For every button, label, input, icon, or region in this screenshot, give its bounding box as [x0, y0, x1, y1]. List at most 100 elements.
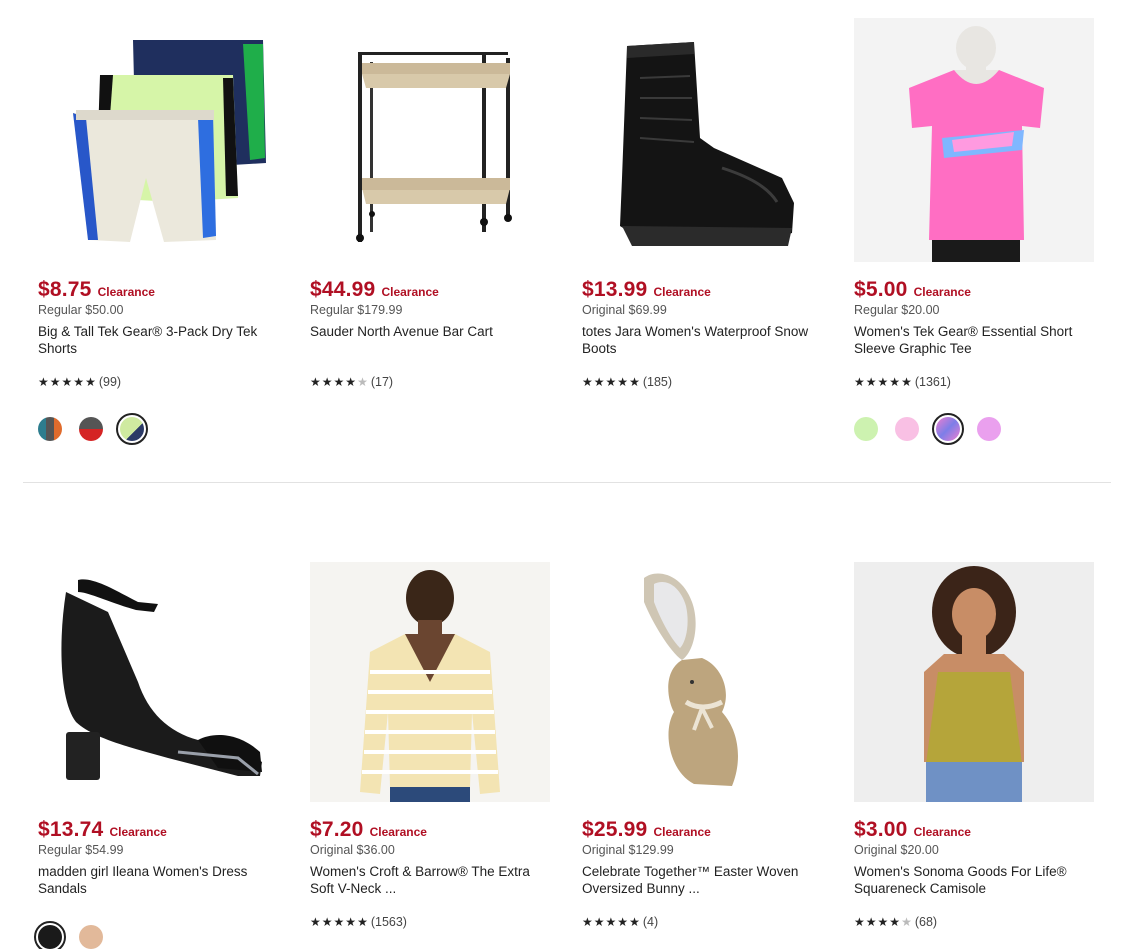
- sale-price: $13.99: [582, 278, 648, 301]
- review-count: (1563): [370, 915, 407, 929]
- color-swatch[interactable]: [79, 925, 103, 949]
- product-card[interactable]: $13.74 Clearance Regular $54.99 madden g…: [34, 562, 278, 949]
- sale-price: $7.20: [310, 818, 364, 841]
- bunny-image[interactable]: [582, 562, 822, 802]
- row-divider: [23, 482, 1111, 483]
- color-swatch-selected[interactable]: [116, 413, 148, 445]
- star-icon: ★: [49, 375, 61, 389]
- product-title[interactable]: Women's Tek Gear® Essential Short Sleeve…: [854, 323, 1094, 357]
- color-swatches: [38, 413, 278, 445]
- star-icon: ★: [310, 375, 321, 389]
- star-icon: ★: [605, 375, 617, 389]
- product-card[interactable]: $8.75 Clearance Regular $50.00 Big & Tal…: [38, 18, 278, 445]
- rating-stars: ★ ★ ★ ★ ★: [582, 375, 640, 389]
- rating-stars: ★ ★ ★ ★ ★: [38, 375, 96, 389]
- color-swatch[interactable]: [79, 417, 103, 441]
- star-icon: ★: [593, 375, 605, 389]
- product-row-2: $13.74 Clearance Regular $54.99 madden g…: [34, 562, 1098, 949]
- product-title[interactable]: Women's Sonoma Goods For Life® Squarenec…: [854, 863, 1094, 897]
- star-icon: ★: [605, 915, 617, 929]
- clearance-badge: Clearance: [109, 825, 167, 839]
- regular-price: Original $20.00: [854, 843, 939, 857]
- product-card[interactable]: $7.20 Clearance Original $36.00 Women's …: [310, 562, 550, 949]
- star-empty-icon: ★: [901, 915, 912, 929]
- rating-stars: ★ ★ ★ ★ ★: [582, 915, 640, 929]
- clearance-badge: Clearance: [913, 825, 971, 839]
- star-icon: ★: [345, 915, 357, 929]
- review-count: (4): [642, 915, 659, 929]
- color-swatch[interactable]: [38, 417, 62, 441]
- review-count: (99): [98, 375, 122, 389]
- color-swatch[interactable]: [895, 417, 919, 441]
- star-icon: ★: [333, 915, 345, 929]
- rating: ★ ★ ★ ★ ★ (99): [38, 375, 278, 389]
- color-swatches: [34, 921, 278, 949]
- review-count: (17): [370, 375, 394, 389]
- rating-stars: ★ ★ ★ ★ ★: [310, 375, 368, 389]
- shorts-image[interactable]: [38, 18, 278, 262]
- star-icon: ★: [877, 375, 889, 389]
- product-title[interactable]: madden girl Ileana Women's Dress Sandals: [38, 863, 278, 897]
- product-title[interactable]: Sauder North Avenue Bar Cart: [310, 323, 550, 357]
- star-icon: ★: [889, 915, 901, 929]
- product-title[interactable]: totes Jara Women's Waterproof Snow Boots: [582, 323, 822, 357]
- regular-price: Original $129.99: [582, 843, 674, 857]
- star-half-icon: ★: [85, 375, 96, 389]
- rating-stars: ★ ★ ★ ★ ★: [854, 375, 912, 389]
- star-icon: ★: [865, 915, 877, 929]
- star-icon: ★: [854, 915, 865, 929]
- color-swatch-selected[interactable]: [932, 413, 964, 445]
- regular-price: Regular $54.99: [38, 843, 124, 857]
- sale-price: $44.99: [310, 278, 376, 301]
- star-icon: ★: [865, 375, 877, 389]
- star-icon: ★: [629, 915, 640, 929]
- star-icon: ★: [617, 915, 629, 929]
- product-card[interactable]: $3.00 Clearance Original $20.00 Women's …: [854, 562, 1094, 949]
- star-icon: ★: [321, 375, 333, 389]
- star-half-icon: ★: [357, 915, 368, 929]
- color-swatch[interactable]: [854, 417, 878, 441]
- regular-price: Original $36.00: [310, 843, 395, 857]
- rating-stars: ★ ★ ★ ★ ★: [854, 915, 912, 929]
- clearance-badge: Clearance: [381, 285, 439, 299]
- product-title[interactable]: Big & Tall Tek Gear® 3-Pack Dry Tek Shor…: [38, 323, 278, 357]
- sweater-image[interactable]: [310, 562, 550, 802]
- snow-boot-image[interactable]: [582, 18, 822, 262]
- rating: ★ ★ ★ ★ ★ (68): [854, 915, 1094, 929]
- star-icon: ★: [582, 915, 593, 929]
- star-icon: ★: [38, 375, 49, 389]
- color-swatch[interactable]: [977, 417, 1001, 441]
- sale-price: $5.00: [854, 278, 908, 301]
- product-title[interactable]: Celebrate Together™ Easter Woven Oversiz…: [582, 863, 822, 897]
- review-count: (1361): [914, 375, 951, 389]
- star-icon: ★: [617, 375, 629, 389]
- star-icon: ★: [333, 375, 345, 389]
- regular-price: Regular $20.00: [854, 303, 940, 317]
- clearance-badge: Clearance: [369, 825, 427, 839]
- product-card[interactable]: $5.00 Clearance Regular $20.00 Women's T…: [854, 18, 1094, 445]
- rating: ★ ★ ★ ★ ★ (185): [582, 375, 822, 389]
- bar-cart-image[interactable]: [310, 18, 550, 262]
- rating-stars: ★ ★ ★ ★ ★: [310, 915, 368, 929]
- star-icon: ★: [73, 375, 85, 389]
- star-icon: ★: [854, 375, 865, 389]
- regular-price: Original $69.99: [582, 303, 667, 317]
- sandal-image[interactable]: [38, 562, 278, 802]
- star-icon: ★: [345, 375, 357, 389]
- star-icon: ★: [321, 915, 333, 929]
- graphic-tee-image[interactable]: [854, 18, 1094, 262]
- clearance-badge: Clearance: [913, 285, 971, 299]
- camisole-image[interactable]: [854, 562, 1094, 802]
- product-card[interactable]: $25.99 Clearance Original $129.99 Celebr…: [582, 562, 822, 949]
- sale-price: $13.74: [38, 818, 104, 841]
- product-card[interactable]: $13.99 Clearance Original $69.99 totes J…: [582, 18, 822, 441]
- product-title[interactable]: Women's Croft & Barrow® The Extra Soft V…: [310, 863, 550, 897]
- regular-price: Regular $179.99: [310, 303, 403, 317]
- product-card[interactable]: $44.99 Clearance Regular $179.99 Sauder …: [310, 18, 550, 441]
- product-row-1: $8.75 Clearance Regular $50.00 Big & Tal…: [38, 18, 1098, 445]
- rating: ★ ★ ★ ★ ★ (4): [582, 915, 822, 929]
- color-swatch-selected[interactable]: [34, 921, 66, 949]
- regular-price: Regular $50.00: [38, 303, 124, 317]
- star-icon: ★: [310, 915, 321, 929]
- rating: ★ ★ ★ ★ ★ (1361): [854, 375, 1094, 389]
